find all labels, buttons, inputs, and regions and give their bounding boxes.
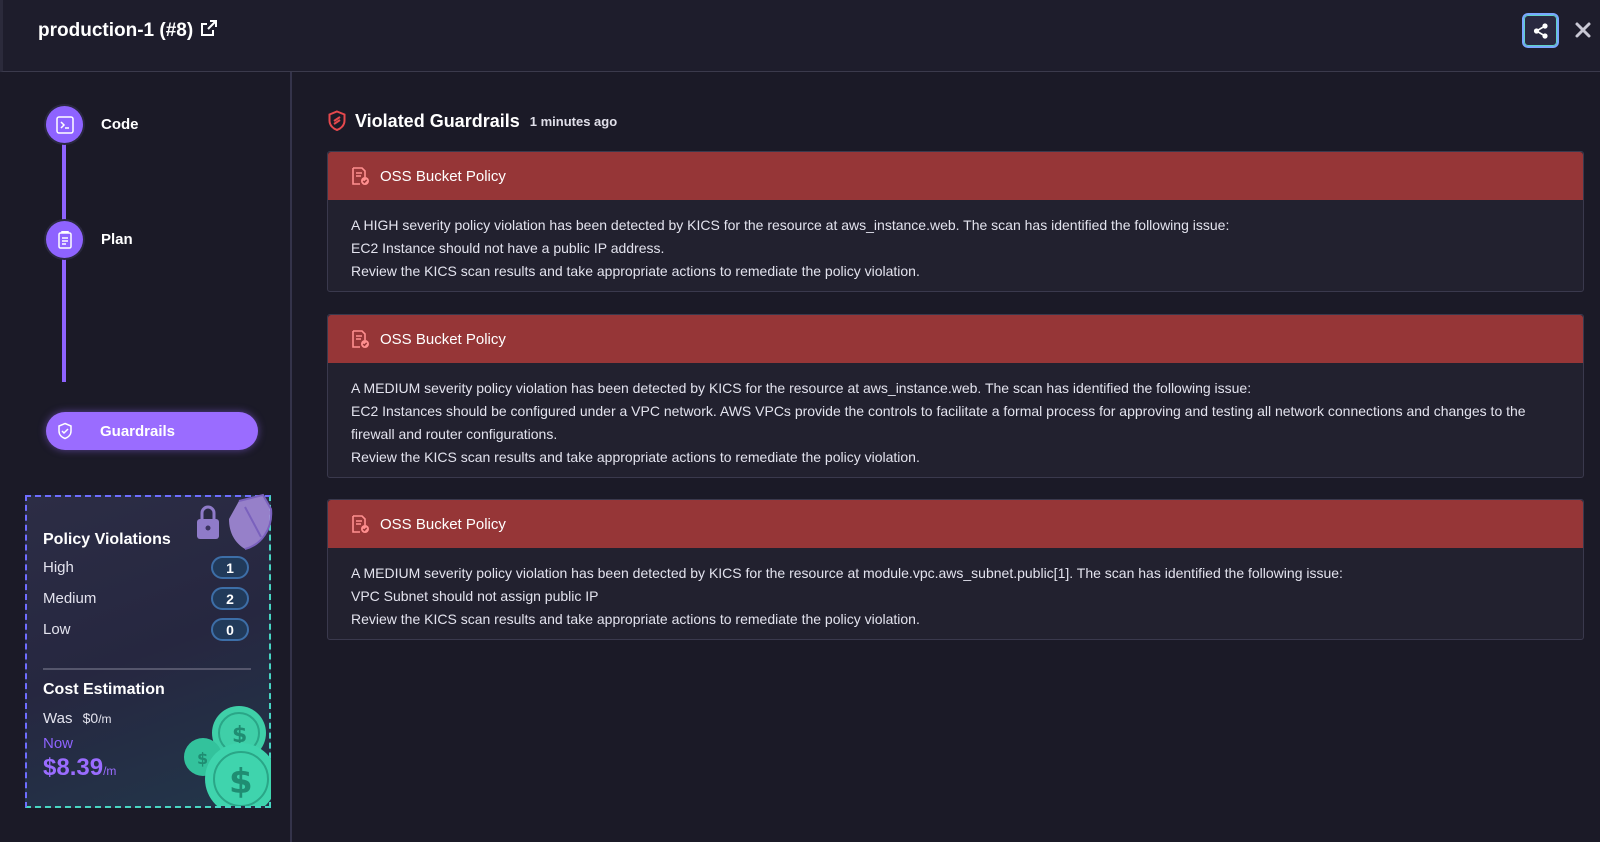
cost-now: $8.39/m <box>43 754 116 782</box>
policy-row-high: High 1 <box>43 556 249 579</box>
violation-line: EC2 Instances should be configured under… <box>351 403 1526 442</box>
policy-row-label: Low <box>43 621 71 638</box>
violation-card-header[interactable]: OSS Bucket Policy <box>328 315 1583 363</box>
policy-row-medium: Medium 2 <box>43 587 249 610</box>
violation-card-header[interactable]: OSS Bucket Policy <box>328 500 1583 548</box>
violation-card-title: OSS Bucket Policy <box>380 167 506 185</box>
violation-card-body: A HIGH severity policy violation has bee… <box>328 200 1583 283</box>
policy-summary-card: Policy Violations High 1 Medium 2 Low 0 … <box>25 493 273 808</box>
policy-document-icon <box>352 167 369 185</box>
violation-card-title: OSS Bucket Policy <box>380 330 506 348</box>
cost-was-unit: /m <box>98 712 112 726</box>
policy-violations-title: Policy Violations <box>43 531 171 548</box>
violation-line: EC2 Instance should not have a public IP… <box>351 240 665 256</box>
violation-line: Review the KICS scan results and take ap… <box>351 449 920 465</box>
policy-row-label: Medium <box>43 590 97 607</box>
svg-text:$: $ <box>229 762 253 802</box>
count-badge: 0 <box>211 618 249 641</box>
step-guardrails-label: Guardrails <box>100 422 176 440</box>
page-title-text: production-1 (#8) <box>38 20 194 41</box>
step-code-label: Code <box>101 116 139 133</box>
timestamp: 1 minutes ago <box>529 113 618 129</box>
close-button[interactable] <box>1571 18 1595 42</box>
share-icon <box>1533 22 1548 39</box>
code-step-icon <box>46 106 83 143</box>
violation-line: A MEDIUM severity policy violation has b… <box>351 565 1343 581</box>
violation-line: VPC Subnet should not assign public IP <box>351 588 599 604</box>
policy-row-label: High <box>43 559 74 576</box>
page-title: production-1 (#8) <box>38 18 219 44</box>
shield-alert-icon <box>328 110 346 132</box>
violation-line: A HIGH severity policy violation has bee… <box>351 217 1230 233</box>
plan-step-icon <box>46 221 83 258</box>
policy-row-low: Low 0 <box>43 618 249 641</box>
cost-was-label: Was <box>43 710 73 727</box>
cost-estimation-title: Cost Estimation <box>43 681 165 698</box>
shield-lock-illustration <box>197 493 273 550</box>
violation-line: Review the KICS scan results and take ap… <box>351 263 920 279</box>
violation-card-title: OSS Bucket Policy <box>380 515 506 533</box>
external-link-icon[interactable] <box>199 18 219 44</box>
divider <box>43 668 251 670</box>
violation-card: OSS Bucket Policy A MEDIUM severity poli… <box>327 314 1584 478</box>
violation-card-header[interactable]: OSS Bucket Policy <box>328 152 1583 200</box>
sidebar: Code Plan Guardrails Policy Violations H… <box>0 72 292 842</box>
step-plan[interactable]: Plan <box>46 221 133 258</box>
close-icon <box>1575 22 1591 38</box>
svg-text:$: $ <box>197 749 208 768</box>
violation-card: OSS Bucket Policy A HIGH severity policy… <box>327 151 1584 292</box>
violation-card-body: A MEDIUM severity policy violation has b… <box>328 548 1583 631</box>
violation-line: Review the KICS scan results and take ap… <box>351 611 920 627</box>
policy-document-icon <box>352 330 369 348</box>
violated-guardrails-heading: Violated Guardrails 1 minutes ago <box>327 110 617 132</box>
violation-line: A MEDIUM severity policy violation has b… <box>351 380 1252 396</box>
violation-card: OSS Bucket Policy A MEDIUM severity poli… <box>327 499 1584 640</box>
shield-icon <box>58 422 72 440</box>
share-button[interactable] <box>1522 13 1559 48</box>
policy-document-icon <box>352 515 369 533</box>
header-bar: production-1 (#8) <box>0 0 1600 72</box>
violation-card-body: A MEDIUM severity policy violation has b… <box>328 363 1583 469</box>
violated-guardrails-title: Violated Guardrails <box>355 110 520 131</box>
count-badge: 1 <box>211 556 249 579</box>
coins-illustration: $ $ $ <box>184 706 271 806</box>
cost-was-amount: $0 <box>82 710 99 726</box>
cost-now-label: Now <box>43 735 74 752</box>
cost-now-unit: /m <box>103 764 117 778</box>
cost-was: Was $0/m <box>43 710 112 727</box>
count-badge: 2 <box>211 587 249 610</box>
step-guardrails[interactable]: Guardrails <box>46 412 258 450</box>
step-plan-label: Plan <box>101 231 133 248</box>
cost-now-amount: $8.39 <box>43 754 104 781</box>
step-code[interactable]: Code <box>46 106 139 143</box>
